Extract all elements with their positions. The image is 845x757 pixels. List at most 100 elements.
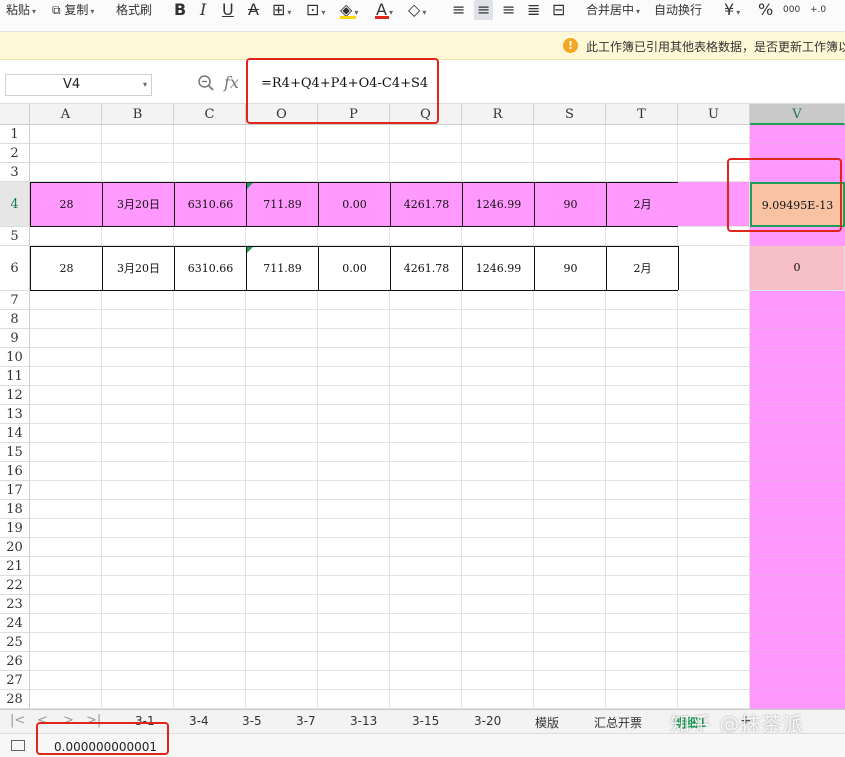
row-header-3[interactable]: 3 <box>0 163 30 182</box>
cell-a24[interactable] <box>30 614 102 633</box>
cell-t11[interactable] <box>606 367 678 386</box>
sheet-tab-3-20[interactable]: 3-20 <box>474 714 501 728</box>
cell-u20[interactable] <box>678 538 750 557</box>
cell-s24[interactable] <box>534 614 606 633</box>
clear-button[interactable]: ◇ ▾ <box>408 0 426 20</box>
cell-p25[interactable] <box>318 633 390 652</box>
cell-u18[interactable] <box>678 500 750 519</box>
cell-s6[interactable]: 90 <box>534 246 607 291</box>
cell-c5[interactable] <box>174 227 246 246</box>
cell-u5[interactable] <box>678 227 750 246</box>
row-header-25[interactable]: 25 <box>0 633 30 652</box>
row-header-28[interactable]: 28 <box>0 690 30 709</box>
cell-a6[interactable]: 28 <box>30 246 103 291</box>
cell-r15[interactable] <box>462 443 534 462</box>
cell-v15[interactable] <box>750 443 845 462</box>
cell-a19[interactable] <box>30 519 102 538</box>
cell-a23[interactable] <box>30 595 102 614</box>
row-header-13[interactable]: 13 <box>0 405 30 424</box>
thousands-button[interactable]: 000 <box>783 0 800 20</box>
cell-c9[interactable] <box>174 329 246 348</box>
cell-c6[interactable]: 6310.66 <box>174 246 247 291</box>
cell-c20[interactable] <box>174 538 246 557</box>
row-header-24[interactable]: 24 <box>0 614 30 633</box>
cell-c26[interactable] <box>174 652 246 671</box>
cell-t14[interactable] <box>606 424 678 443</box>
cell-o7[interactable] <box>246 291 318 310</box>
row-header-23[interactable]: 23 <box>0 595 30 614</box>
cell-c22[interactable] <box>174 576 246 595</box>
cell-s14[interactable] <box>534 424 606 443</box>
cell-p24[interactable] <box>318 614 390 633</box>
cell-v26[interactable] <box>750 652 845 671</box>
cell-s11[interactable] <box>534 367 606 386</box>
row-header-21[interactable]: 21 <box>0 557 30 576</box>
cell-a13[interactable] <box>30 405 102 424</box>
cell-r24[interactable] <box>462 614 534 633</box>
row-header-9[interactable]: 9 <box>0 329 30 348</box>
cell-b17[interactable] <box>102 481 174 500</box>
cell-u9[interactable] <box>678 329 750 348</box>
cell-v1[interactable] <box>750 125 845 144</box>
cell-v4[interactable]: 9.09495E-13 <box>750 182 845 227</box>
cell-p14[interactable] <box>318 424 390 443</box>
col-header-a[interactable]: A <box>30 104 102 125</box>
cell-r28[interactable] <box>462 690 534 709</box>
cell-t16[interactable] <box>606 462 678 481</box>
row-header-12[interactable]: 12 <box>0 386 30 405</box>
cell-c16[interactable] <box>174 462 246 481</box>
cell-u4[interactable] <box>678 182 750 227</box>
distribute-button[interactable]: ⊟ <box>552 0 565 20</box>
cell-s18[interactable] <box>534 500 606 519</box>
cell-p22[interactable] <box>318 576 390 595</box>
cell-p16[interactable] <box>318 462 390 481</box>
cell-a15[interactable] <box>30 443 102 462</box>
cell-u10[interactable] <box>678 348 750 367</box>
cell-r4[interactable]: 1246.99 <box>462 182 535 227</box>
cell-o20[interactable] <box>246 538 318 557</box>
cell-p13[interactable] <box>318 405 390 424</box>
cell-o10[interactable] <box>246 348 318 367</box>
cell-p3[interactable] <box>318 163 390 182</box>
cell-a10[interactable] <box>30 348 102 367</box>
cell-r12[interactable] <box>462 386 534 405</box>
cell-t5[interactable] <box>606 227 678 246</box>
cell-t8[interactable] <box>606 310 678 329</box>
cell-s9[interactable] <box>534 329 606 348</box>
cell-u26[interactable] <box>678 652 750 671</box>
underline-button[interactable]: U <box>222 0 234 20</box>
row-header-17[interactable]: 17 <box>0 481 30 500</box>
cell-o4[interactable]: 711.89 <box>246 182 319 227</box>
cell-s10[interactable] <box>534 348 606 367</box>
cell-p5[interactable] <box>318 227 390 246</box>
cell-a4[interactable]: 28 <box>30 182 103 227</box>
cell-o24[interactable] <box>246 614 318 633</box>
cell-r21[interactable] <box>462 557 534 576</box>
update-notice-text[interactable]: 此工作簿已引用其他表格数据，是否更新工作簿以 <box>586 38 845 55</box>
cell-r11[interactable] <box>462 367 534 386</box>
cell-p28[interactable] <box>318 690 390 709</box>
cell-s28[interactable] <box>534 690 606 709</box>
cell-r27[interactable] <box>462 671 534 690</box>
cell-r23[interactable] <box>462 595 534 614</box>
cell-v18[interactable] <box>750 500 845 519</box>
prev-sheet-icon[interactable]: < <box>37 713 48 728</box>
cell-s16[interactable] <box>534 462 606 481</box>
cell-s5[interactable] <box>534 227 606 246</box>
cell-t24[interactable] <box>606 614 678 633</box>
fx-icon[interactable]: fx <box>224 73 239 92</box>
cell-o25[interactable] <box>246 633 318 652</box>
cell-b15[interactable] <box>102 443 174 462</box>
cell-v14[interactable] <box>750 424 845 443</box>
cell-t7[interactable] <box>606 291 678 310</box>
cell-q1[interactable] <box>390 125 462 144</box>
sheet-tab-模版[interactable]: 模版 <box>535 714 559 731</box>
cell-t28[interactable] <box>606 690 678 709</box>
cell-r1[interactable] <box>462 125 534 144</box>
cell-t2[interactable] <box>606 144 678 163</box>
row-header-6[interactable]: 6 <box>0 246 30 291</box>
cell-v11[interactable] <box>750 367 845 386</box>
cell-b12[interactable] <box>102 386 174 405</box>
col-header-p[interactable]: P <box>318 104 390 125</box>
cell-q23[interactable] <box>390 595 462 614</box>
